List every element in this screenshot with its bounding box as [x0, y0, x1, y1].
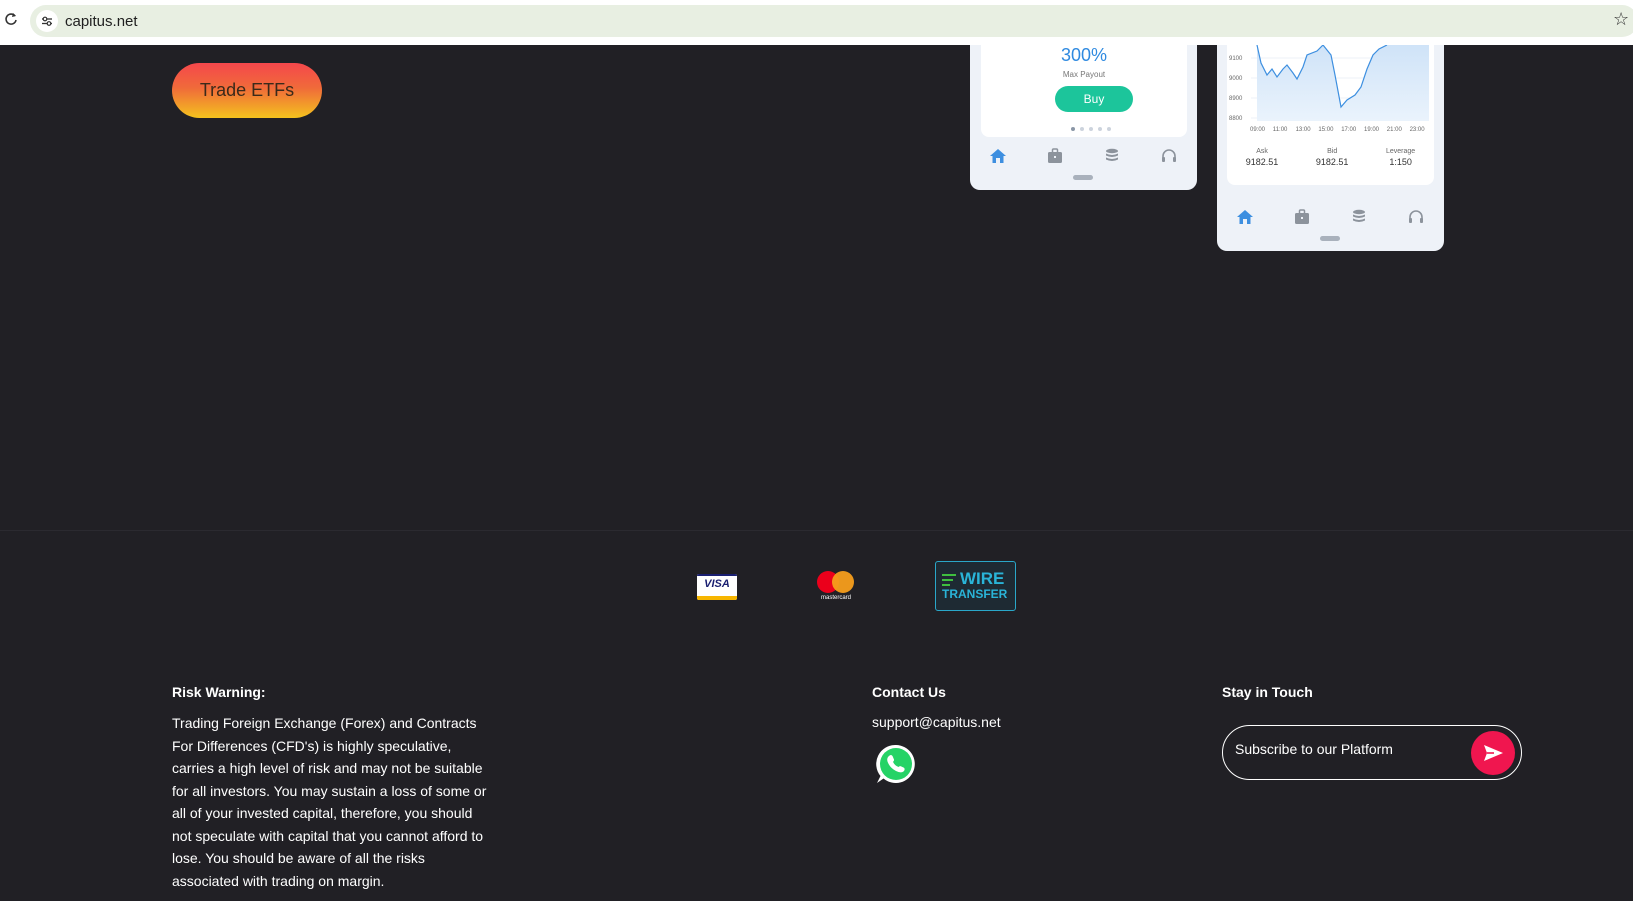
briefcase-icon [1048, 148, 1063, 163]
send-button[interactable] [1471, 731, 1515, 775]
subscribe-form [1222, 725, 1522, 780]
carousel-dot [1098, 127, 1102, 131]
site-info-icon[interactable] [36, 10, 58, 32]
whatsapp-icon[interactable] [874, 742, 918, 786]
visa-logo: VISA [697, 574, 737, 600]
address-bar[interactable]: capitus.net [5, 5, 1633, 37]
mastercard-logo: mastercard [815, 570, 857, 604]
carousel-dots [1071, 127, 1111, 131]
leverage-quote: Leverage 1:150 [1386, 148, 1415, 167]
visa-text: VISA [704, 578, 730, 590]
chart-card: 9100 9000 8900 8800 09:00 11:00 13:00 15:00 17:… [1227, 45, 1434, 185]
x-tick-label: 15:00 [1318, 127, 1334, 133]
database-icon [1352, 209, 1365, 222]
x-tick-label: 17:00 [1341, 127, 1357, 133]
buy-button[interactable]: Buy [1055, 86, 1133, 112]
home-indicator [1320, 236, 1340, 241]
risk-warning-text: Trading Foreign Exchange (Forex) and Con… [172, 715, 487, 889]
briefcase-icon [1295, 209, 1310, 224]
phone-bottom-nav [1217, 208, 1444, 226]
x-tick-label: 19:00 [1364, 127, 1380, 133]
ask-value: 9182.51 [1245, 157, 1279, 167]
x-tick-label: 23:00 [1410, 127, 1426, 133]
ask-label: Ask [1256, 148, 1268, 155]
phone-bottom-nav [970, 147, 1197, 165]
mastercard-text: mastercard [820, 595, 851, 601]
wire-text: WIRE [960, 569, 1005, 588]
payout-value: 300% [1060, 45, 1108, 65]
y-tick-label: 9100 [1229, 56, 1243, 62]
trade-etfs-button[interactable]: Trade ETFs [172, 63, 322, 118]
leverage-value: 1:150 [1389, 157, 1412, 167]
contact-us-title: Contact Us [872, 684, 946, 700]
wire-transfer-logo: WIRE TRANSFER [935, 561, 1016, 611]
leverage-label: Leverage [1386, 148, 1416, 155]
database-icon [1105, 148, 1118, 161]
bid-value: 9182.51 [1315, 157, 1349, 167]
y-tick-label: 9000 [1229, 76, 1243, 82]
phone-mockup-binary: 300% Max Payout Buy [970, 45, 1197, 190]
contact-email-link[interactable]: support@capitus.net [872, 714, 1001, 730]
payout-label: Max Payout [1062, 70, 1106, 79]
home-indicator [1073, 175, 1093, 180]
x-tick-label: 09:00 [1250, 127, 1266, 133]
url-text[interactable]: capitus.net [65, 13, 138, 30]
stay-in-touch-title: Stay in Touch [1222, 684, 1313, 700]
bookmark-star-icon[interactable]: ☆ [1613, 10, 1629, 28]
transfer-text: TRANSFER [942, 587, 1008, 601]
bid-quote: Bid 9182.51 [1316, 148, 1349, 167]
y-tick-label: 8800 [1229, 116, 1243, 122]
phone-mockup-chart: 9100 9000 8900 8800 09:00 11:00 13:00 15:00 17:… [1217, 45, 1444, 251]
bid-label: Bid [1327, 148, 1338, 155]
y-tick-label: 8900 [1229, 96, 1243, 102]
price-chart: 9100 9000 8900 8800 09:00 11:00 13:00 15:00 17:… [1229, 45, 1429, 133]
send-icon [1484, 745, 1503, 761]
x-tick-label: 11:00 [1273, 127, 1288, 133]
headset-icon [1408, 210, 1423, 223]
home-icon [1237, 210, 1254, 224]
footer-divider [0, 530, 1633, 531]
reload-icon[interactable] [4, 12, 18, 26]
risk-warning-title: Risk Warning: [172, 684, 266, 700]
x-tick-label: 21:00 [1387, 127, 1403, 133]
quote-row: Ask 9182.51 Bid 9182.51 Leverage 1:150 [1227, 148, 1434, 167]
home-icon [990, 149, 1007, 163]
carousel-dot [1080, 127, 1084, 131]
subscribe-input[interactable] [1235, 741, 1465, 757]
browser-toolbar: capitus.net ☆ [0, 0, 1633, 45]
carousel-dot [1089, 127, 1093, 131]
headset-icon [1161, 149, 1176, 162]
x-tick-label: 13:00 [1296, 127, 1312, 133]
ask-quote: Ask 9182.51 [1246, 148, 1279, 167]
carousel-dot [1071, 127, 1075, 131]
payout-card: 300% Max Payout Buy [981, 45, 1187, 137]
carousel-dot [1107, 127, 1111, 131]
